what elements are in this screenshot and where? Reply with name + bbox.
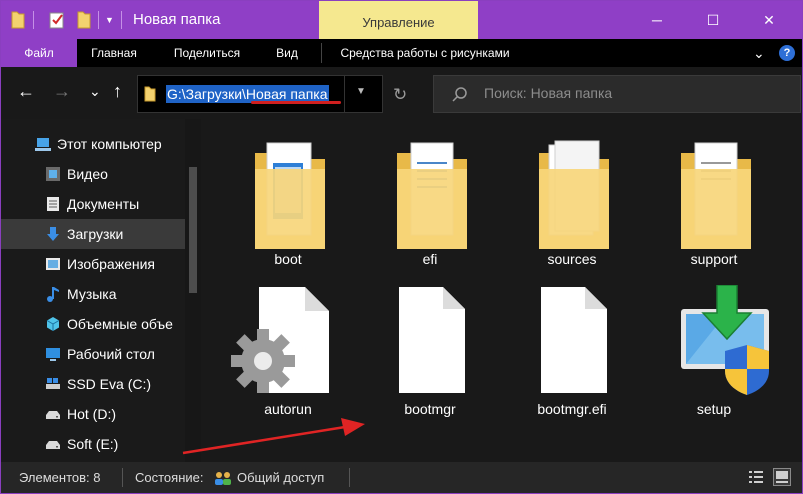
status-separator xyxy=(122,468,123,487)
annotation-arrow xyxy=(182,418,365,455)
explorer-window: ▼ Новая папка Управление ─ ☐ ✕ Файл Глав… xyxy=(0,0,803,494)
shared-users-icon xyxy=(215,472,231,485)
state-value: Общий доступ xyxy=(237,470,325,485)
status-separator xyxy=(349,468,350,487)
details-view-icon[interactable] xyxy=(747,468,765,486)
status-bar: Элементов: 8 Состояние: Общий доступ xyxy=(1,462,802,493)
state-label: Состояние: xyxy=(135,470,204,485)
large-icons-view-icon[interactable] xyxy=(773,468,791,486)
item-count: Элементов: 8 xyxy=(19,470,101,485)
